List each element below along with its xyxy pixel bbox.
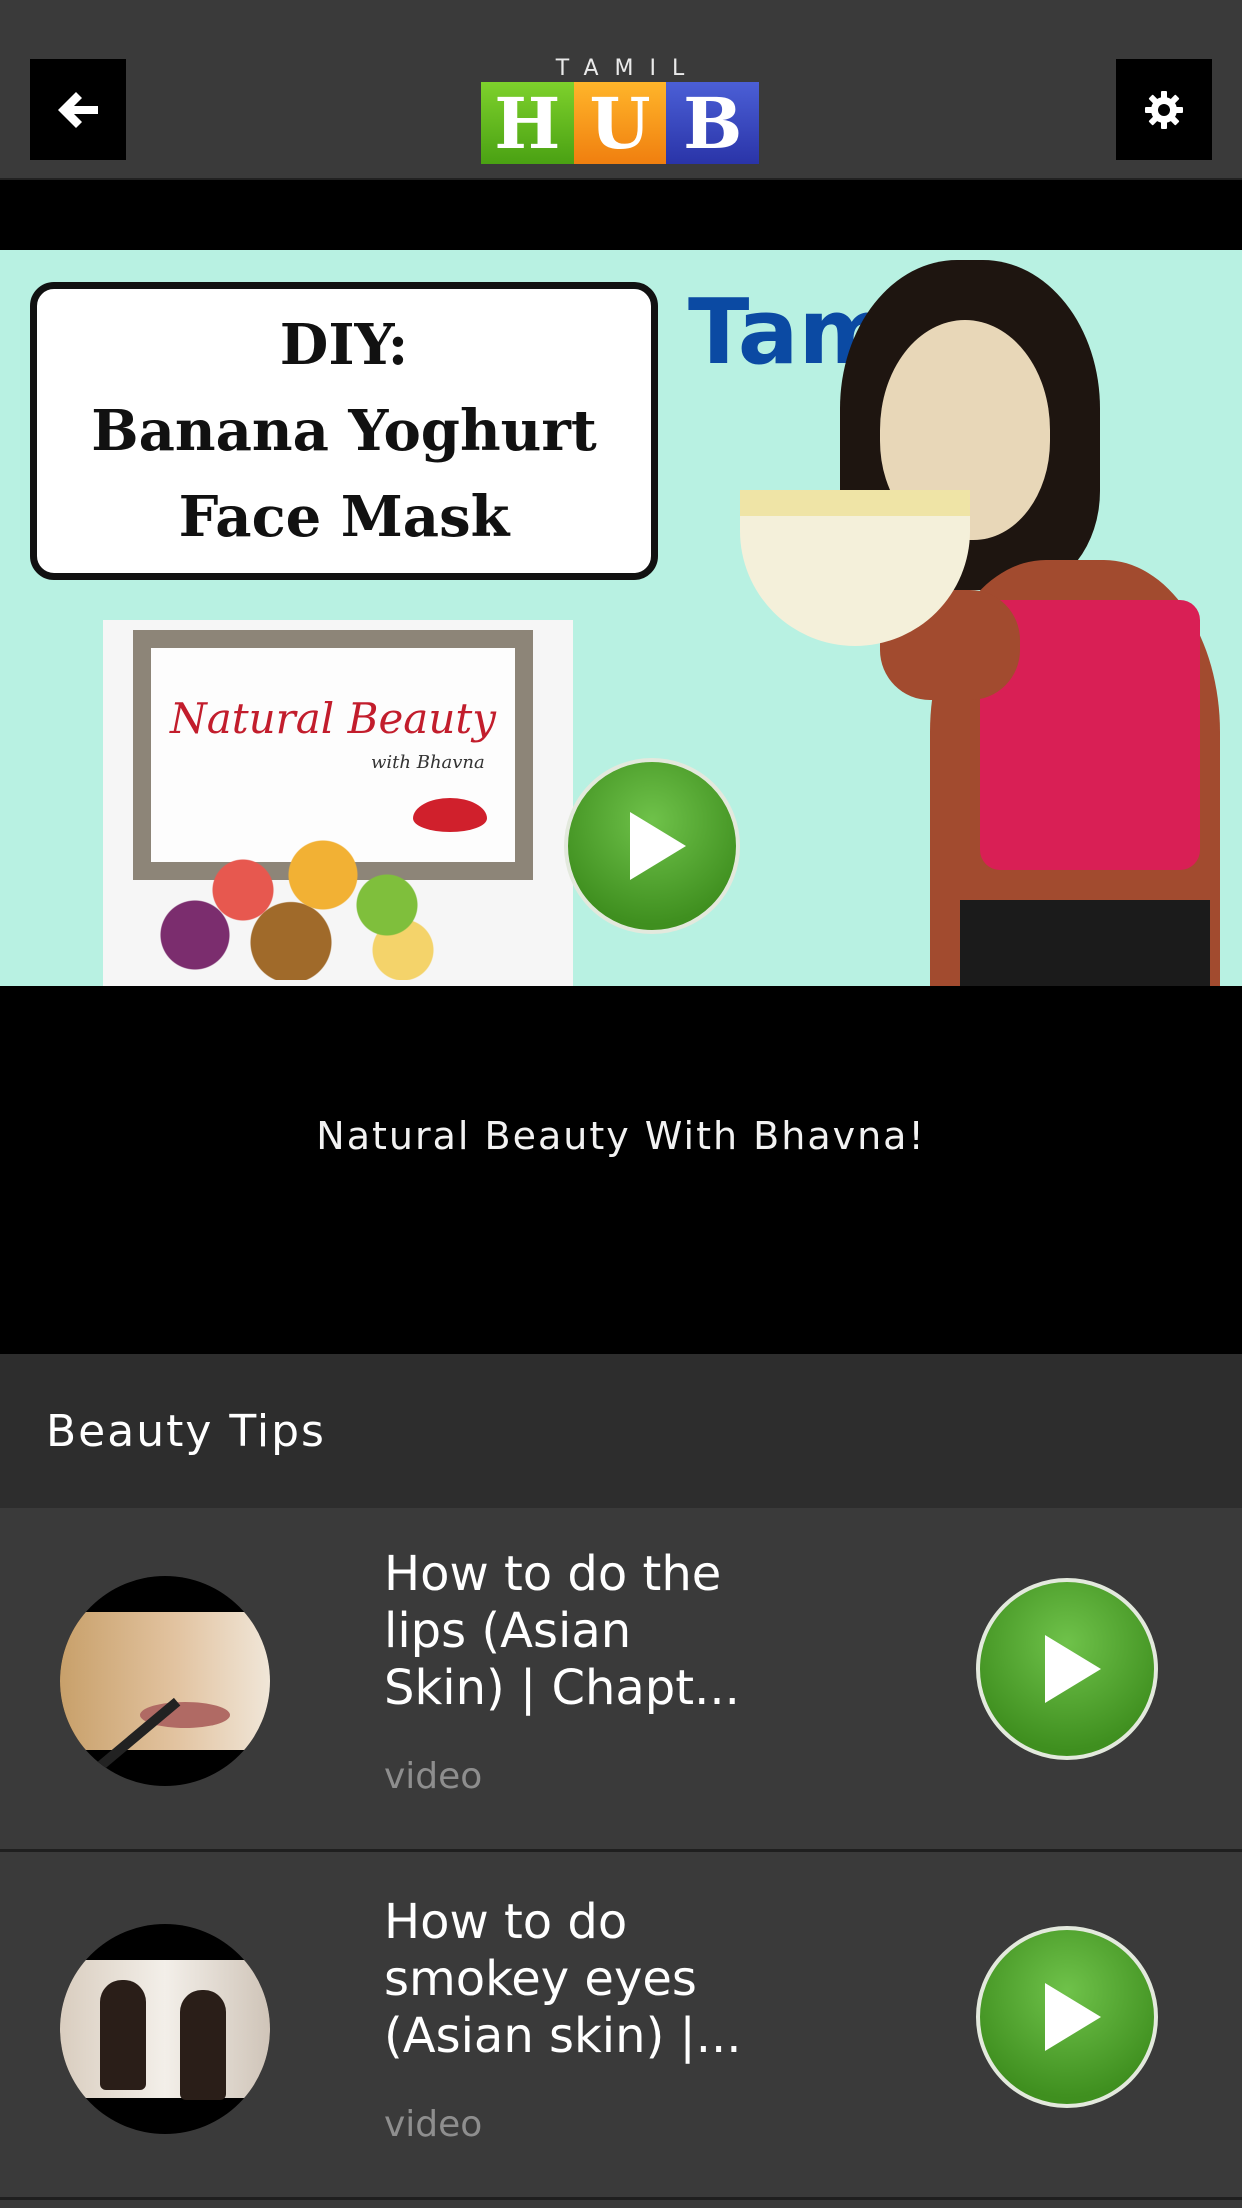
video-thumbnail[interactable]: DIY: Banana Yoghurt Face Mask Tamil Natu… bbox=[0, 250, 1242, 986]
play-icon bbox=[1045, 1635, 1101, 1703]
list-item-title[interactable]: How to do the lips (Asian Skin) | Chapt.… bbox=[384, 1546, 764, 1717]
app-logo: TAMIL H U B bbox=[481, 56, 760, 165]
play-button[interactable] bbox=[564, 758, 740, 934]
gear-icon bbox=[1145, 90, 1183, 129]
section-title: Beauty Tips bbox=[46, 1406, 326, 1457]
play-button[interactable] bbox=[976, 1926, 1158, 2108]
section-header: Beauty Tips bbox=[0, 1354, 1242, 1508]
thumbnail-frame: Natural Beauty with Bhavna bbox=[103, 620, 573, 986]
list-item[interactable]: How to do smokey eyes (Asian skin) |... … bbox=[0, 1856, 1242, 2200]
video-thumbnail-eyes[interactable] bbox=[60, 1924, 270, 2134]
logo-blocks: H U B bbox=[481, 82, 760, 165]
logo-letter-u: U bbox=[573, 82, 667, 165]
video-thumbnail-lips[interactable] bbox=[60, 1576, 270, 1786]
featured-video[interactable]: DIY: Banana Yoghurt Face Mask Tamil Natu… bbox=[0, 180, 1242, 1354]
list-item[interactable]: How to do the lips (Asian Skin) | Chapt.… bbox=[0, 1508, 1242, 1852]
play-icon bbox=[1045, 1983, 1101, 2051]
thumbnail-line-2: Banana Yoghurt bbox=[91, 398, 597, 464]
fruit-basket-image bbox=[147, 830, 467, 980]
thumbnail-title-box: DIY: Banana Yoghurt Face Mask bbox=[30, 282, 658, 580]
thumbnail-line-3: Face Mask bbox=[178, 484, 510, 550]
featured-video-caption: Natural Beauty With Bhavna! bbox=[316, 1114, 926, 1158]
frame-title: Natural Beauty bbox=[169, 694, 497, 743]
logo-top-text: TAMIL bbox=[555, 56, 701, 81]
list-item-type: video bbox=[384, 1756, 483, 1797]
lips-icon bbox=[413, 798, 487, 832]
play-button[interactable] bbox=[976, 1578, 1158, 1760]
list-item-type: video bbox=[384, 2104, 483, 2145]
list-item-title[interactable]: How to do smokey eyes (Asian skin) |... bbox=[384, 1894, 764, 2065]
back-button[interactable] bbox=[30, 59, 126, 160]
logo-letter-b: B bbox=[666, 82, 760, 165]
top-bar: TAMIL H U B bbox=[0, 0, 1242, 180]
logo-letter-h: H bbox=[481, 82, 574, 165]
frame-subtitle: with Bhavna bbox=[371, 752, 485, 773]
settings-button[interactable] bbox=[1116, 59, 1212, 160]
play-icon bbox=[630, 812, 686, 880]
arrow-left-icon bbox=[58, 91, 98, 128]
presenter-image bbox=[680, 260, 1240, 986]
thumbnail-line-1: DIY: bbox=[279, 312, 409, 378]
